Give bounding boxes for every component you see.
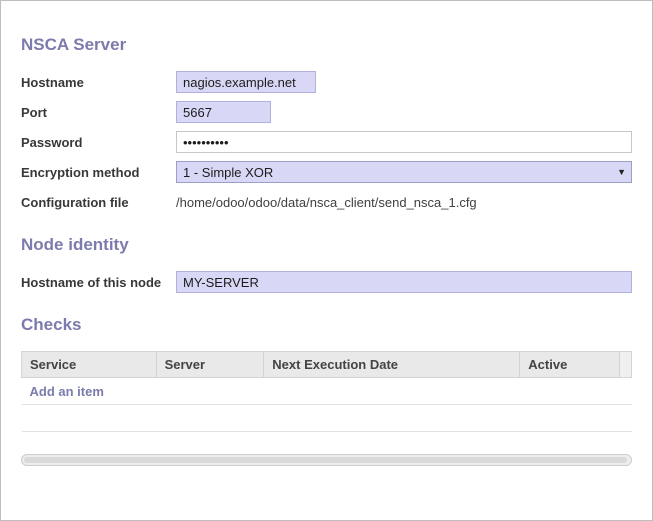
field-row-port: Port — [21, 101, 632, 123]
add-item-row: Add an item — [22, 378, 632, 405]
section-title-node-identity: Node identity — [21, 235, 632, 255]
add-item-cell: Add an item — [22, 378, 632, 405]
field-row-encryption: Encryption method 1 - Simple XOR ▼ — [21, 161, 632, 183]
field-row-hostname: Hostname — [21, 71, 632, 93]
column-header-service[interactable]: Service — [22, 352, 157, 378]
checks-table-header-row: Service Server Next Execution Date Activ… — [22, 352, 632, 378]
add-an-item-link[interactable]: Add an item — [30, 384, 104, 399]
section-title-checks: Checks — [21, 315, 632, 335]
table-header-spacer — [620, 352, 632, 378]
node-hostname-input[interactable] — [176, 271, 632, 293]
field-row-node-hostname: Hostname of this node — [21, 271, 632, 293]
configuration-file-label: Configuration file — [21, 195, 176, 210]
hostname-label: Hostname — [21, 75, 176, 90]
encryption-method-select[interactable]: 1 - Simple XOR — [176, 161, 632, 183]
horizontal-scrollbar[interactable] — [21, 454, 632, 466]
port-input[interactable] — [176, 101, 271, 123]
field-row-config-file: Configuration file /home/odoo/odoo/data/… — [21, 191, 632, 213]
port-label: Port — [21, 105, 176, 120]
column-header-active[interactable]: Active — [520, 352, 620, 378]
password-label: Password — [21, 135, 176, 150]
column-header-next-execution-date[interactable]: Next Execution Date — [264, 352, 520, 378]
nsca-settings-form: NSCA Server Hostname Port Password Encry… — [0, 0, 653, 521]
field-row-password: Password — [21, 131, 632, 153]
hostname-input[interactable] — [176, 71, 316, 93]
empty-cell — [22, 405, 632, 432]
checks-table: Service Server Next Execution Date Activ… — [21, 351, 632, 432]
section-title-nsca-server: NSCA Server — [21, 35, 632, 55]
encryption-method-select-wrap: 1 - Simple XOR ▼ — [176, 161, 632, 183]
node-hostname-label: Hostname of this node — [21, 275, 176, 290]
password-input[interactable] — [176, 131, 632, 153]
encryption-method-label: Encryption method — [21, 165, 176, 180]
empty-table-row — [22, 405, 632, 432]
horizontal-scrollbar-thumb[interactable] — [24, 457, 627, 463]
form-content: NSCA Server Hostname Port Password Encry… — [1, 1, 652, 466]
configuration-file-value: /home/odoo/odoo/data/nsca_client/send_ns… — [176, 195, 477, 210]
column-header-server[interactable]: Server — [156, 352, 264, 378]
